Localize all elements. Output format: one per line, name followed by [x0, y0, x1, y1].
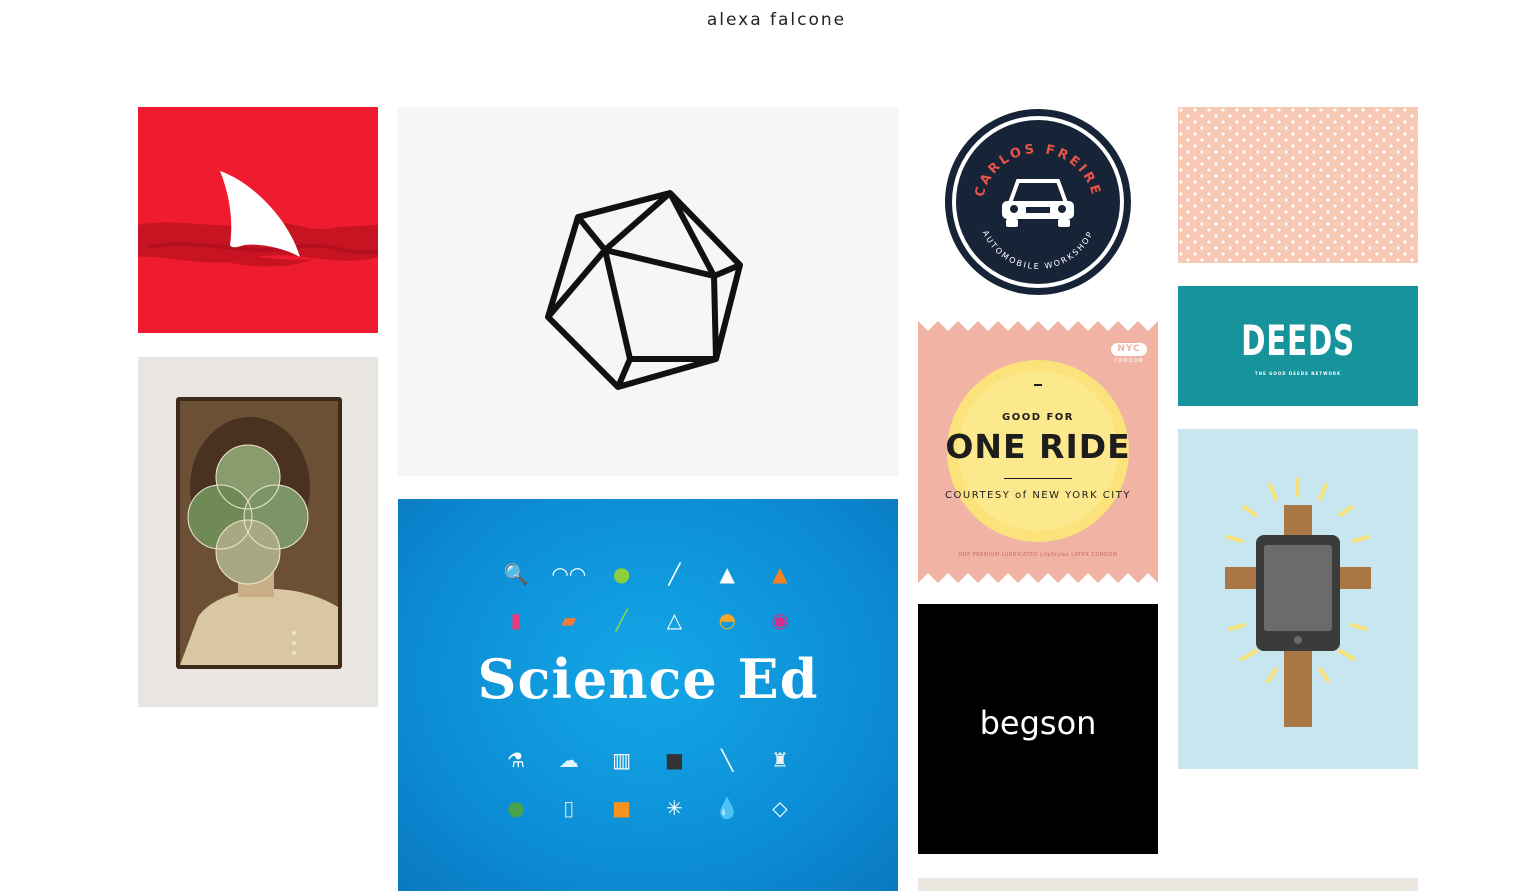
thermometer-icon: ╲ [721, 748, 734, 772]
molecule-icon: △ [666, 608, 683, 632]
carlos-freire-badge: CARLOS FREIRE AUTOMOBILE WORKSHOP [945, 109, 1131, 295]
germ-icon: ● [612, 562, 631, 586]
one-ride-subtitle: COURTESY of NEW YORK CITY [945, 490, 1131, 501]
phone-cross-icon [1225, 477, 1371, 727]
magnifier-icon: 🔍 [503, 562, 529, 586]
tube-rack-icon: ▥ [612, 748, 632, 772]
battery-icon: ■ [664, 748, 684, 772]
deeds-tagline: THE GOOD DEEDS NETWORK [1254, 371, 1342, 376]
server-icon: ▯ [563, 796, 575, 820]
deeds-wordmark: DEEDS [1241, 316, 1355, 365]
nyc-badge: NYC [1111, 343, 1147, 356]
science-ed-title: Science Ed [477, 647, 819, 711]
tile-dot-pattern[interactable] [1178, 107, 1418, 263]
test-tube-icon: ▮ [510, 608, 522, 632]
lab-coat-icon: ▲ [719, 562, 735, 586]
specimen-jar-icon: ▰ [561, 608, 577, 632]
tile-partial-bottom[interactable] [918, 878, 1418, 891]
microscope-icon: ♜ [771, 748, 789, 772]
diamond-icon: ◇ [772, 796, 788, 820]
tile-one-ride[interactable]: NYC CONDOM GOOD FOR ONE RIDE COURTESY of… [918, 321, 1158, 583]
tile-science-ed[interactable]: 🔍 ◠◠ ● ╱ ▲ ▲ ▮ ▰ ╱ △ ◓ ◉ Science Ed ⚗ ☁ … [398, 499, 898, 891]
petri-dish-icon: ◉ [771, 608, 789, 632]
robot-icon: ■ [612, 796, 632, 820]
nyc-badge-sub: CONDOM [1114, 358, 1144, 364]
flask-icon: ◓ [718, 608, 736, 632]
goggles-icon: ◠◠ [551, 562, 587, 586]
tile-phone-cross[interactable] [1178, 429, 1418, 769]
science-icon-row-3: ⚗ ☁ ▥ ■ ╲ ♜ [503, 747, 793, 773]
burner-icon: ⚗ [507, 748, 525, 772]
tile-shark-fin[interactable] [138, 107, 378, 333]
shark-fin-icon [138, 171, 378, 267]
one-ride-fine-print: ONE PREMIUM LUBRICATED LifeStyles LATEX … [958, 552, 1118, 558]
site-title[interactable]: alexa falcone [0, 10, 1523, 30]
one-ride-title: ONE RIDE [945, 427, 1131, 466]
globe-icon: ● [507, 796, 525, 820]
tile-carlos-freire[interactable]: CARLOS FREIRE AUTOMOBILE WORKSHOP [918, 107, 1158, 302]
tile-begson[interactable]: begson [918, 604, 1158, 854]
droplets-icon: 💧 [714, 796, 740, 820]
science-icon-row-4: ● ▯ ■ ✳ 💧 ◇ [503, 795, 793, 821]
tile-portrait-collage[interactable] [138, 357, 378, 707]
polyhedron-icon [545, 190, 743, 390]
tile-polyhedron[interactable] [398, 107, 898, 476]
atom-icon: ✳ [666, 796, 683, 820]
one-ride-top: GOOD FOR [1001, 412, 1075, 423]
begson-wordmark: begson [979, 704, 1097, 742]
tile-deeds[interactable]: DEEDS THE GOOD DEEDS NETWORK [1178, 286, 1418, 406]
portrait-collage-image [176, 397, 342, 669]
dropper-icon: ╱ [668, 562, 681, 586]
dot-pattern-image [1178, 107, 1418, 263]
cloud-icon: ☁ [558, 748, 579, 772]
syringe-icon: ╱ [615, 608, 628, 632]
science-icon-row-2: ▮ ▰ ╱ △ ◓ ◉ [503, 607, 793, 633]
flame-icon: ▲ [772, 562, 788, 586]
science-icon-row-1: 🔍 ◠◠ ● ╱ ▲ ▲ [503, 561, 793, 587]
